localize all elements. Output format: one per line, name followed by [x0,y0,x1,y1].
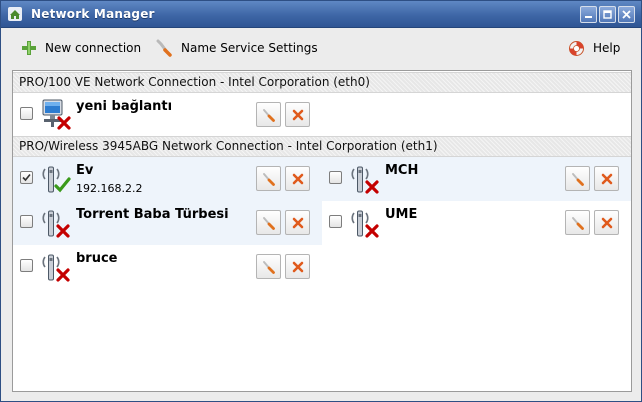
wireless-network-icon [42,254,70,282]
wrench-icon [263,217,275,230]
minimize-button[interactable] [580,6,597,23]
plus-icon [22,41,36,55]
wrench-icon [572,217,584,230]
delete-x-icon [601,217,613,229]
connection-name: MCH [385,163,419,178]
help-button[interactable]: Help [568,37,620,59]
edit-connection-button[interactable] [565,210,590,235]
edit-connection-button[interactable] [565,166,590,191]
new-connection-button[interactable]: New connection [21,37,141,59]
minimize-icon [585,16,592,18]
wired-network-icon [42,99,71,130]
connection-item-ev[interactable]: Ev 192.168.2.2 [13,157,322,201]
delete-connection-button[interactable] [285,102,310,127]
delete-x-icon [292,217,304,229]
delete-connection-button[interactable] [285,210,310,235]
connection-checkbox[interactable] [20,107,33,120]
delete-x-icon [292,109,304,121]
delete-connection-button[interactable] [285,254,310,279]
connection-name: bruce [76,251,118,266]
connection-name: yeni bağlantı [76,99,173,114]
help-label: Help [593,41,621,55]
title-bar[interactable]: Network Manager [1,1,641,28]
toolbar: New connection Name Service Settings Hel… [2,29,640,67]
window-title: Network Manager [31,7,155,21]
wrench-icon [263,173,275,186]
connection-checkbox[interactable] [20,259,33,272]
name-service-settings-button[interactable]: Name Service Settings [155,37,318,59]
connection-checkbox[interactable] [20,171,33,184]
edit-connection-button[interactable] [256,166,281,191]
maximize-icon [603,10,612,19]
group-header-eth1: PRO/Wireless 3945ABG Network Connection … [13,136,631,157]
checkmark-icon [22,173,31,182]
connection-checkbox[interactable] [329,171,342,184]
wrench-icon [263,261,275,274]
delete-connection-button[interactable] [285,166,310,191]
wrench-icon [263,109,275,122]
delete-x-icon [292,261,304,273]
maximize-button[interactable] [599,6,616,23]
connection-item-ume[interactable]: UME [322,201,631,245]
new-connection-label: New connection [45,41,142,55]
edit-connection-button[interactable] [256,102,281,127]
delete-x-icon [601,173,613,185]
wireless-network-icon [42,166,71,193]
edit-connection-button[interactable] [256,254,281,279]
close-icon [622,10,631,19]
connection-ip-address: 192.168.2.2 [76,182,143,195]
connection-name: UME [385,207,418,222]
delete-connection-button[interactable] [594,166,619,191]
connection-checkbox[interactable] [20,215,33,228]
connection-name: Torrent Baba Türbesi [76,207,229,222]
wireless-network-icon [42,210,70,238]
wireless-network-icon [351,210,379,238]
connection-name: Ev [76,163,94,178]
edit-connection-button[interactable] [256,210,281,235]
delete-connection-button[interactable] [594,210,619,235]
connection-item-mch[interactable]: MCH [322,157,631,201]
lifebuoy-icon [569,40,584,56]
wrench-icon [572,173,584,186]
connection-item-yeni-baglanti[interactable]: yeni bağlantı [13,93,322,137]
name-service-settings-label: Name Service Settings [181,41,318,55]
wireless-network-icon [351,166,379,194]
connection-checkbox[interactable] [329,215,342,228]
network-manager-window: Network Manager New connection Name Serv… [0,0,642,402]
wrench-icon [156,39,172,57]
delete-x-icon [292,173,304,185]
connection-item-torrent-baba-turbesi[interactable]: Torrent Baba Türbesi [13,201,322,245]
group-header-eth0: PRO/100 VE Network Connection - Intel Co… [13,72,631,93]
close-window-button[interactable] [618,6,635,23]
connection-item-bruce[interactable]: bruce [13,245,322,289]
home-icon [8,7,22,21]
connection-list: PRO/100 VE Network Connection - Intel Co… [12,70,632,392]
